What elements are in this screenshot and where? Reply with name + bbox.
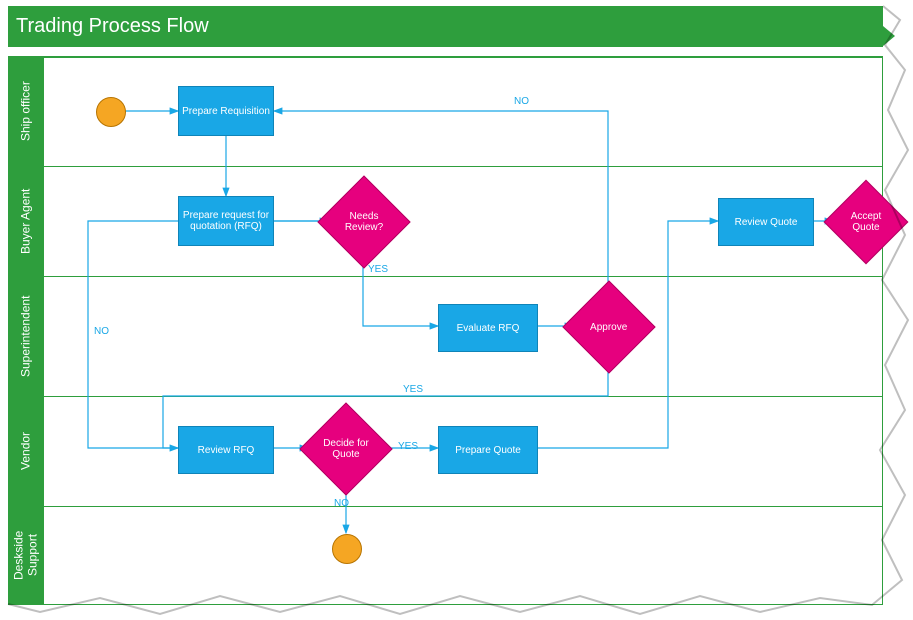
node-approve: Approve <box>562 280 655 373</box>
node-review-quote: Review Quote <box>718 198 814 246</box>
lane-header-deskside: Deskside Support <box>8 506 43 604</box>
swimlane-diagram: Trading Process Flow Ship officer Buyer … <box>8 6 883 604</box>
node-prepare-quote: Prepare Quote <box>438 426 538 474</box>
lane-top-border <box>8 56 883 57</box>
lane-divider-3 <box>8 396 883 397</box>
lane-divider-1 <box>8 166 883 167</box>
lane-label-vendor: Vendor <box>19 432 33 470</box>
lane-bottom-border <box>8 604 883 605</box>
node-decide-quote: Decide for Quote <box>299 402 392 495</box>
lane-header-vendor: Vendor <box>8 396 43 506</box>
lane-label-superintendent: Superintendent <box>19 295 33 376</box>
node-label: Accept Quote <box>837 211 895 233</box>
edge-label-needs-review-yes: YES <box>368 264 388 275</box>
node-label: Review RFQ <box>198 445 255 456</box>
lane-label-buyer-agent: Buyer Agent <box>19 188 33 253</box>
node-label: Prepare request for quotation (RFQ) <box>181 210 271 232</box>
lane-label-deskside: Deskside Support <box>12 530 40 579</box>
diagram-title-bar: Trading Process Flow <box>8 6 883 46</box>
node-evaluate-rfq: Evaluate RFQ <box>438 304 538 352</box>
lane-right-border <box>882 56 883 604</box>
title-notch <box>883 26 895 46</box>
node-prepare-requisition: Prepare Requisition <box>178 86 274 136</box>
edge-label-approve-no: NO <box>514 96 529 107</box>
node-prepare-rfq: Prepare request for quotation (RFQ) <box>178 196 274 246</box>
end-node <box>332 534 362 564</box>
lane-header-superintendent: Superintendent <box>8 276 43 396</box>
lane-label-ship-officer: Ship officer <box>19 81 33 141</box>
node-needs-review: Needs Review? <box>317 175 410 268</box>
edge-label-approve-yes: YES <box>403 384 423 395</box>
diagram-title: Trading Process Flow <box>16 15 209 38</box>
lane-header-separator <box>43 56 44 604</box>
node-review-rfq: Review RFQ <box>178 426 274 474</box>
edge-label-decide-yes: YES <box>398 441 418 452</box>
lane-header-buyer-agent: Buyer Agent <box>8 166 43 276</box>
lane-divider-4 <box>8 506 883 507</box>
node-accept-quote: Accept Quote <box>824 180 909 265</box>
node-label: Prepare Requisition <box>182 106 270 117</box>
node-label: Evaluate RFQ <box>457 323 520 334</box>
edge-label-decide-no: NO <box>334 498 349 509</box>
page: Trading Process Flow Ship officer Buyer … <box>0 0 913 620</box>
node-label: Needs Review? <box>332 211 396 233</box>
node-label: Decide for Quote <box>314 438 378 460</box>
node-label: Approve <box>577 322 641 333</box>
node-label: Review Quote <box>735 217 798 228</box>
edge-label-needs-review-no: NO <box>94 326 109 337</box>
start-node <box>96 97 126 127</box>
lane-divider-2 <box>8 276 883 277</box>
lane-header-ship-officer: Ship officer <box>8 56 43 166</box>
node-label: Prepare Quote <box>455 445 521 456</box>
